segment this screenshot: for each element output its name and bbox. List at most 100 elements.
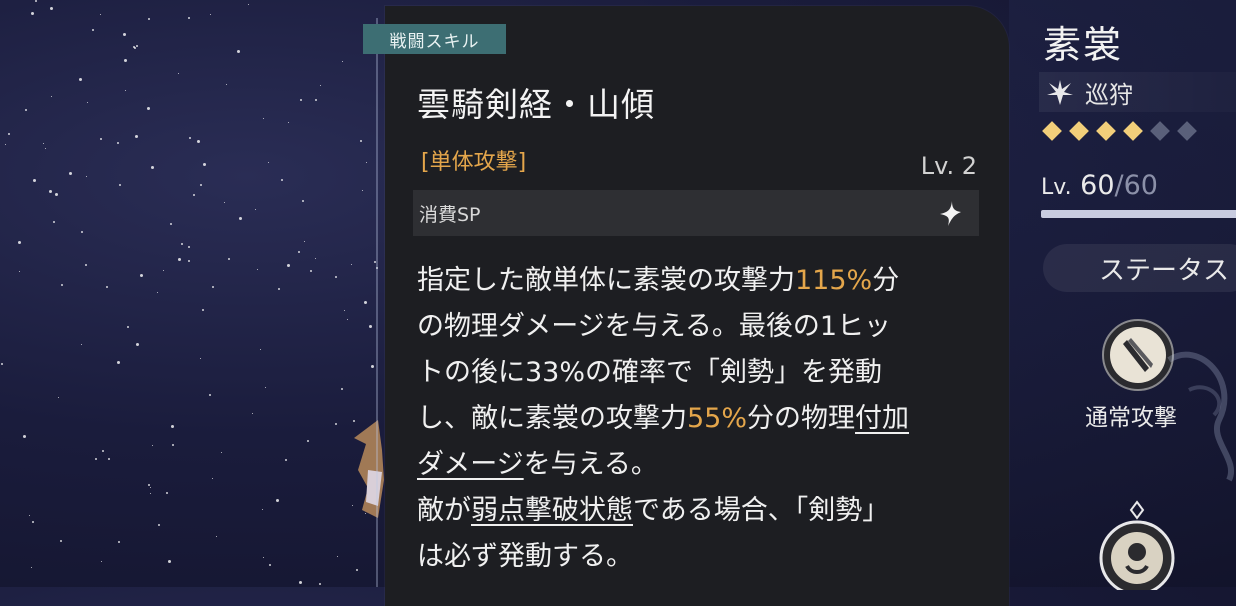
star-dot	[29, 515, 30, 516]
star-dot	[216, 536, 217, 537]
star-dot	[148, 484, 150, 486]
star-dot	[212, 286, 214, 288]
star-dot	[25, 109, 27, 111]
star-dot	[351, 264, 352, 265]
star-dot	[281, 179, 283, 181]
star-dot	[152, 445, 153, 446]
star-dot	[210, 14, 211, 15]
star-dot	[356, 569, 358, 571]
star-dot	[136, 45, 138, 47]
star-dot	[360, 140, 362, 142]
star-dot	[226, 84, 227, 85]
star-dot	[304, 241, 305, 242]
star-dot	[197, 140, 200, 143]
star-dot	[124, 59, 127, 62]
star-dot	[125, 90, 126, 91]
star-dot	[178, 258, 181, 261]
star-dot	[278, 288, 280, 290]
star-dot	[255, 209, 256, 210]
keyword-link-additional-damage[interactable]: 付加	[855, 403, 909, 434]
star-dot	[58, 397, 59, 398]
star-dot	[288, 122, 289, 123]
star-dot	[364, 301, 367, 304]
skill-type: [単体攻撃]	[421, 150, 527, 175]
star-dot	[200, 358, 201, 359]
star-dot	[85, 264, 87, 266]
star-dot	[60, 540, 62, 542]
star-dot	[61, 284, 63, 286]
keyword-link-damage[interactable]: ダメージ	[417, 449, 524, 480]
star-dot	[151, 166, 154, 169]
star-dot	[127, 326, 129, 328]
star-dot	[158, 524, 160, 526]
star-dot	[315, 99, 317, 101]
star-dot	[86, 176, 87, 177]
star-dot	[337, 556, 338, 557]
star-dot	[341, 388, 343, 390]
star-dot	[188, 17, 190, 19]
star-dot	[239, 217, 242, 220]
star-dot	[49, 190, 52, 193]
star-dot	[81, 231, 83, 233]
divider-line	[376, 18, 378, 587]
star-dot	[344, 310, 345, 311]
star-dot	[315, 258, 316, 259]
star-dot	[117, 361, 120, 364]
star-dot	[150, 487, 151, 488]
star-dot	[257, 269, 258, 270]
star-dot	[100, 138, 102, 140]
skill-icon-bottom[interactable]	[1097, 500, 1177, 590]
star-dot	[319, 583, 321, 585]
star-dot	[307, 440, 309, 442]
star-dot	[33, 179, 36, 182]
star-dot	[212, 478, 213, 479]
star-dot	[269, 564, 271, 566]
star-dot	[100, 14, 101, 15]
star-dot	[342, 61, 343, 62]
star-dot	[79, 78, 82, 81]
star-dot	[262, 509, 263, 510]
star-dot	[108, 458, 110, 460]
star-dot	[299, 581, 302, 584]
desc-line-6: 敵が弱点撃破状態である場合、「剣勢」	[417, 495, 890, 526]
rank-star-icon	[1042, 121, 1062, 141]
star-dot	[310, 270, 312, 272]
star-dot	[31, 12, 34, 15]
star-dot	[31, 567, 32, 568]
star-dot	[237, 50, 240, 53]
star-dot	[8, 133, 10, 135]
star-dot	[23, 435, 26, 438]
star-dot	[188, 246, 190, 248]
star-dot	[102, 450, 104, 452]
character-level: Lv. 60/60	[1041, 170, 1158, 201]
desc-line-2: の物理ダメージを与える。最後の1ヒッ	[417, 311, 892, 342]
damage-percent-1: 115%	[795, 265, 873, 296]
star-dot	[172, 444, 174, 446]
star-dot	[268, 162, 269, 163]
star-dot	[150, 493, 151, 494]
star-dot	[202, 309, 204, 311]
star-dot	[168, 560, 171, 563]
character-info-panel: 素裳 巡狩 Lv. 60/60 ステータス 通常攻撃	[1009, 0, 1236, 590]
star-dot	[252, 413, 253, 414]
skill-name: 雲騎剣経・山傾	[417, 85, 655, 124]
star-dot	[189, 137, 191, 139]
character-sprite-partial	[354, 420, 384, 518]
star-dot	[5, 144, 6, 145]
star-dot	[300, 99, 302, 101]
hunt-path-icon	[1047, 80, 1073, 105]
star-dot	[224, 202, 225, 203]
star-dot	[135, 135, 138, 138]
star-dot	[87, 102, 88, 103]
keyword-link-weakness-break[interactable]: 弱点撃破状態	[471, 495, 633, 526]
status-button[interactable]: ステータス	[1043, 244, 1236, 292]
star-dot	[188, 260, 190, 262]
star-dot	[320, 85, 321, 86]
skill-detail-panel: 雲騎剣経・山傾 [単体攻撃] Lv. 2 消費SP 指定した敵単体に素裳の攻撃力…	[385, 6, 1009, 606]
rank-star-icon	[1096, 121, 1116, 141]
star-dot	[347, 319, 348, 320]
skill-description: 指定した敵単体に素裳の攻撃力115%分 の物理ダメージを与える。最後の1ヒッ ト…	[417, 258, 987, 580]
star-dot	[53, 221, 55, 223]
star-dot	[171, 425, 174, 428]
character-path: 巡狩	[1039, 72, 1236, 112]
